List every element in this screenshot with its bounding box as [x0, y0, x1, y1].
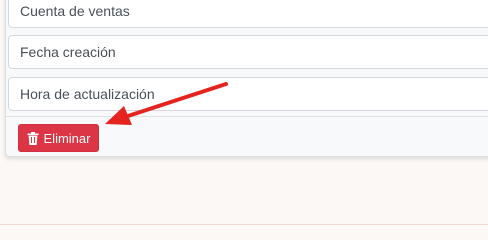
field-label: Cuenta de ventas [20, 3, 130, 19]
trash-icon [27, 131, 39, 145]
delete-button-label: Eliminar [43, 130, 91, 146]
panel-footer-divider [6, 116, 488, 117]
field-label: Hora de actualización [20, 86, 155, 102]
page-bottom-divider [0, 224, 488, 225]
field-hora-actualizacion[interactable]: Hora de actualización [8, 77, 488, 111]
details-panel: Cuenta de ventas Fecha creación Hora de … [5, 0, 488, 157]
delete-button[interactable]: Eliminar [18, 124, 99, 152]
field-cuenta-de-ventas[interactable]: Cuenta de ventas [8, 0, 488, 28]
field-fecha-creacion[interactable]: Fecha creación [8, 35, 488, 69]
field-label: Fecha creación [20, 44, 116, 60]
